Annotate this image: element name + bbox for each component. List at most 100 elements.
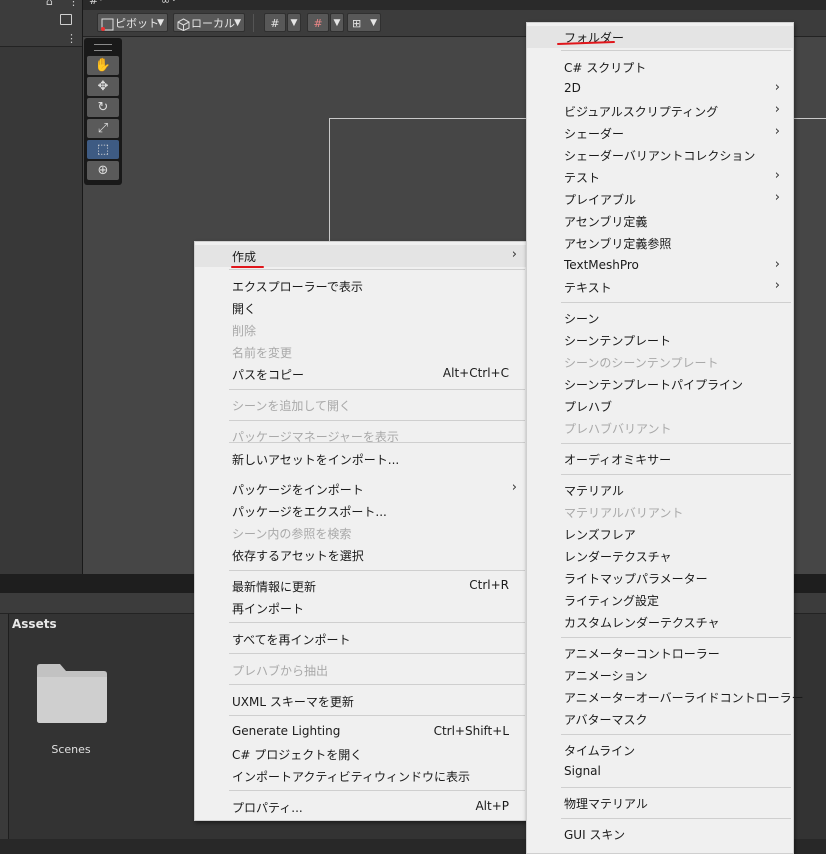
folder-label[interactable]: Scenes: [35, 743, 107, 756]
create-submenu-item[interactable]: シーン: [527, 307, 793, 329]
create-submenu-item[interactable]: オーディオミキサー: [527, 448, 793, 470]
create-submenu-item-label: プレハブ: [564, 400, 613, 414]
context-menu-item[interactable]: パッケージをエクスポート...: [195, 500, 527, 522]
increment-snap-button[interactable]: #: [307, 13, 329, 32]
create-submenu-item[interactable]: カスタムレンダーテクスチャ: [527, 611, 793, 633]
tab-game-label: ゲーム: [170, 0, 181, 10]
create-submenu-item[interactable]: プレハブ: [527, 395, 793, 417]
create-submenu-item[interactable]: GUI スキン: [527, 823, 793, 845]
create-submenu-item[interactable]: シーンテンプレート: [527, 329, 793, 351]
pivot-dropdown[interactable]: ピボット ▼: [97, 13, 168, 32]
tool-palette: ✋ ✥ ↻ ⤢ ⬚ ⊕: [84, 38, 122, 185]
create-submenu-item-label: TextMeshPro: [564, 258, 639, 272]
create-submenu-item[interactable]: アニメーターオーバーライドコントローラー: [527, 686, 804, 708]
transform-tool-button[interactable]: ⊕: [87, 161, 119, 180]
context-menu-item[interactable]: すべてを再インポート: [195, 628, 527, 650]
project-folder-tree: [0, 614, 9, 839]
menu-separator: [561, 443, 791, 444]
create-submenu-item[interactable]: シェーダー ›: [527, 122, 793, 144]
context-menu-item: 削除: [195, 319, 527, 341]
context-menu-item[interactable]: 新しいアセットをインポート...: [195, 448, 527, 470]
create-submenu-item[interactable]: レンダーテクスチャ: [527, 545, 793, 567]
create-submenu-item[interactable]: ビジュアルスクリプティング ›: [527, 100, 793, 122]
context-menu-item[interactable]: 最新情報に更新 Ctrl+R: [195, 575, 527, 597]
grid-snap-button[interactable]: #: [264, 13, 286, 32]
panel-menu-icon[interactable]: ⋮: [68, 0, 79, 7]
context-menu-item-label: Generate Lighting: [232, 724, 341, 738]
create-submenu-item[interactable]: TextMeshPro ›: [527, 255, 793, 277]
shortcut-label: Alt+P: [475, 799, 509, 813]
create-submenu-item[interactable]: シーンテンプレートパイプライン: [527, 373, 793, 395]
scale-tool-button[interactable]: ⤢: [87, 119, 119, 138]
hand-icon: ✋: [94, 58, 112, 73]
create-submenu-item[interactable]: ライティング設定: [527, 589, 793, 611]
context-menu: 作成 › エクスプローラーで表示 開く 削除 名前を変更 パスをコピー Alt+Ctrl+C シ…: [194, 241, 528, 821]
menu-separator: [229, 442, 525, 443]
local-dropdown[interactable]: ローカル ▼: [173, 13, 245, 32]
rotate-tool-button[interactable]: ↻: [87, 98, 119, 117]
create-submenu-item[interactable]: フォルダー: [527, 26, 793, 48]
create-submenu-item[interactable]: アセンブリ定義: [527, 210, 793, 232]
rect-tool-button[interactable]: ⬚: [87, 140, 119, 159]
create-submenu: フォルダー C# スクリプト 2D › ビジュアルスクリプティング › シェーダー › シェーダ…: [526, 22, 804, 854]
context-menu-item[interactable]: パッケージをインポート ›: [195, 478, 527, 500]
context-menu-item-label: シーンを追加して開く: [232, 399, 352, 413]
context-menu-item: パッケージマネージャーを表示: [195, 425, 527, 447]
create-submenu-item[interactable]: ライトマップパラメーター: [527, 567, 793, 589]
create-submenu-item[interactable]: アセンブリ定義参照: [527, 232, 793, 254]
create-submenu-item-label: アセンブリ定義参照: [564, 237, 672, 251]
increment-snap-dropdown[interactable]: ▼: [330, 13, 344, 32]
create-submenu-item[interactable]: シェーダーバリアントコレクション: [527, 144, 793, 166]
grid-visibility-dropdown[interactable]: ⊞ ▼: [347, 13, 381, 32]
context-menu-item-label: 再インポート: [232, 602, 305, 616]
create-submenu-item[interactable]: 2D ›: [527, 78, 793, 100]
context-menu-item[interactable]: C# プロジェクトを開く: [195, 743, 527, 765]
lock-icon[interactable]: ⌂: [46, 0, 53, 7]
create-submenu-item[interactable]: 物理マテリアル: [527, 792, 793, 814]
tab-scene[interactable]: # シーン: [89, 0, 109, 10]
tab-game[interactable]: ∞ ゲーム: [161, 0, 181, 10]
context-menu-item[interactable]: Generate Lighting Ctrl+Shift+L: [195, 721, 527, 743]
increment-snap-icon: #: [313, 17, 323, 30]
context-menu-item[interactable]: パスをコピー Alt+Ctrl+C: [195, 363, 527, 385]
folder-icon[interactable]: [34, 663, 108, 724]
rotate-icon: ↻: [97, 100, 109, 115]
context-menu-item[interactable]: 開く: [195, 297, 527, 319]
context-menu-item[interactable]: インポートアクティビティウィンドウに表示: [195, 765, 527, 787]
palette-grip-icon[interactable]: [94, 44, 112, 51]
create-submenu-item[interactable]: アバターマスク: [527, 708, 793, 730]
move-tool-button[interactable]: ✥: [87, 77, 119, 96]
create-submenu-item[interactable]: テキスト ›: [527, 276, 793, 298]
create-submenu-item[interactable]: プレイアブル ›: [527, 188, 793, 210]
create-submenu-item-label: シェーダーバリアントコレクション: [564, 149, 756, 163]
context-menu-item[interactable]: 作成 ›: [195, 245, 527, 267]
maximize-icon[interactable]: [60, 14, 72, 25]
hierarchy-menu-icon[interactable]: ⋮: [66, 33, 77, 44]
context-menu-item[interactable]: 再インポート: [195, 597, 527, 619]
create-submenu-item[interactable]: アニメーターコントローラー: [527, 642, 793, 664]
hand-tool-button[interactable]: ✋: [87, 56, 119, 75]
create-submenu-item[interactable]: タイムライン: [527, 739, 793, 761]
context-menu-item[interactable]: UXML スキーマを更新: [195, 690, 527, 712]
menu-separator: [561, 474, 791, 475]
create-submenu-item[interactable]: C# スクリプト: [527, 56, 793, 78]
context-menu-item-label: 依存するアセットを選択: [232, 549, 364, 563]
create-submenu-item[interactable]: Signal: [527, 761, 793, 783]
create-submenu-item[interactable]: レンズフレア: [527, 523, 793, 545]
chevron-down-icon: ▼: [234, 18, 241, 28]
context-menu-item[interactable]: 依存するアセットを選択: [195, 544, 527, 566]
context-menu-item-label: シーン内の参照を検索: [232, 527, 352, 541]
cube-icon: [177, 17, 190, 31]
context-menu-item[interactable]: プロパティ... Alt+P: [195, 796, 527, 818]
create-submenu-item[interactable]: アニメーション: [527, 664, 793, 686]
create-submenu-item[interactable]: マテリアル: [527, 479, 793, 501]
create-submenu-item[interactable]: テスト ›: [527, 166, 793, 188]
chevron-right-icon: ›: [774, 124, 780, 139]
chevron-right-icon: ›: [774, 102, 780, 117]
create-submenu-item-label: マテリアル: [564, 484, 624, 498]
context-menu-item-label: UXML スキーマを更新: [232, 695, 354, 709]
context-menu-item-label: 開く: [232, 302, 257, 316]
create-submenu-item-label: ライトマップパラメーター: [564, 572, 708, 586]
grid-snap-dropdown[interactable]: ▼: [287, 13, 301, 32]
context-menu-item[interactable]: エクスプローラーで表示: [195, 275, 527, 297]
